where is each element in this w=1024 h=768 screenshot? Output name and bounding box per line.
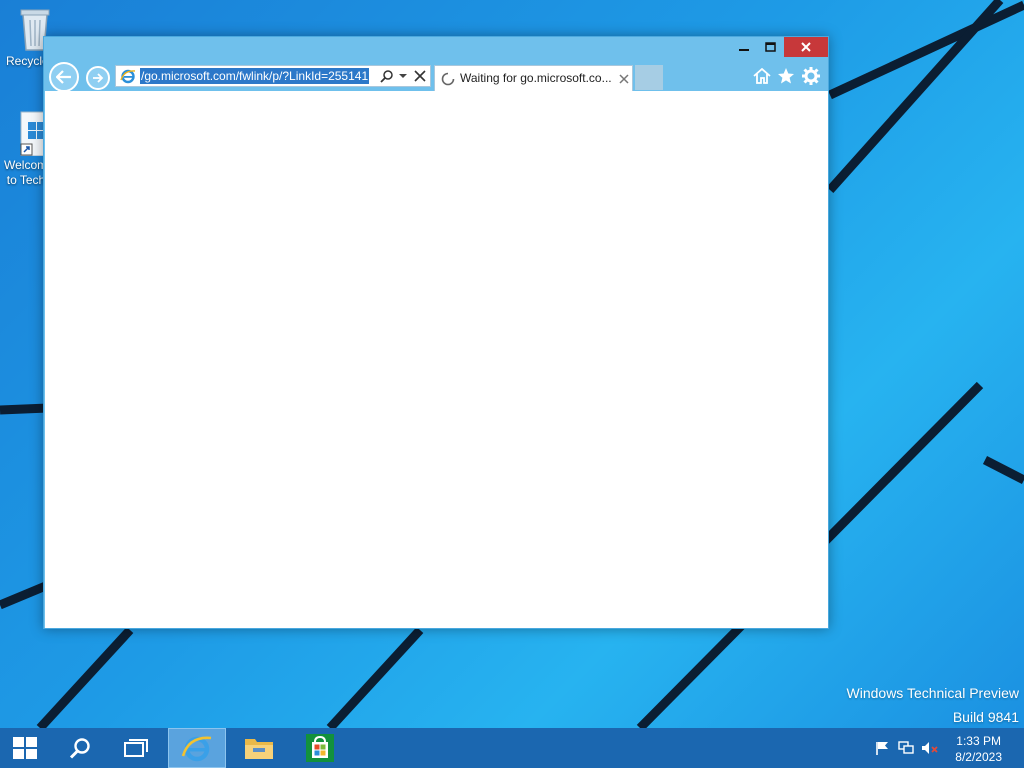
page-content[interactable] xyxy=(45,91,828,628)
close-button[interactable] xyxy=(784,37,828,57)
star-icon xyxy=(778,68,794,84)
new-tab-button[interactable] xyxy=(635,65,663,90)
home-icon xyxy=(753,68,771,84)
network-button[interactable] xyxy=(896,728,916,768)
minimize-icon xyxy=(739,49,749,51)
minimize-button[interactable] xyxy=(731,37,757,57)
volume-muted-icon xyxy=(922,742,938,754)
search-icon[interactable] xyxy=(380,69,394,83)
favorites-button[interactable] xyxy=(775,65,797,87)
search-button[interactable] xyxy=(62,728,98,768)
tab-title: Waiting for go.microsoft.co... xyxy=(460,71,612,85)
gear-icon xyxy=(802,67,820,85)
loading-spinner-icon xyxy=(441,72,455,86)
tab-loading[interactable]: Waiting for go.microsoft.co... xyxy=(434,65,633,91)
tools-button[interactable] xyxy=(800,65,822,87)
chevron-down-icon[interactable] xyxy=(398,73,408,81)
folder-icon xyxy=(245,739,273,759)
watermark-build: Build 9841 xyxy=(952,709,1019,725)
clock-date: 8/2/2023 xyxy=(955,750,1002,764)
task-view-button[interactable] xyxy=(118,728,154,768)
build-watermark: Windows Technical Preview Build 9841 xyxy=(847,685,1019,725)
store-icon xyxy=(306,734,334,762)
ie-window: /go.microsoft.com/fwlink/p/?LinkId=25514… xyxy=(43,36,829,629)
ie-logo-icon xyxy=(120,69,136,84)
desktop-icon-label: Welcome to Tech Preview xyxy=(4,158,48,187)
windows-logo-icon xyxy=(13,737,37,759)
tab-close-icon[interactable] xyxy=(619,74,629,84)
volume-button[interactable] xyxy=(920,728,940,768)
network-icon xyxy=(898,741,914,754)
store-button[interactable] xyxy=(300,728,340,768)
taskbar: 1:33 PM 8/2/2023 xyxy=(0,728,1024,768)
home-button[interactable] xyxy=(751,65,773,87)
start-button[interactable] xyxy=(4,728,46,768)
forward-button[interactable] xyxy=(86,66,110,90)
back-arrow-icon xyxy=(56,70,71,84)
system-clock[interactable]: 1:33 PM 8/2/2023 xyxy=(955,733,1002,765)
address-bar[interactable]: /go.microsoft.com/fwlink/p/?LinkId=25514… xyxy=(115,65,431,87)
clock-time: 1:33 PM xyxy=(956,734,1001,748)
search-icon xyxy=(69,738,90,759)
action-center-button[interactable] xyxy=(872,728,892,768)
task-view-icon xyxy=(124,739,148,757)
file-explorer-button[interactable] xyxy=(238,728,280,768)
maximize-icon xyxy=(764,42,776,52)
close-icon xyxy=(801,42,811,52)
flag-icon xyxy=(876,742,888,755)
address-input[interactable]: /go.microsoft.com/fwlink/p/?LinkId=25514… xyxy=(140,68,370,84)
maximize-button[interactable] xyxy=(757,37,783,57)
forward-arrow-icon xyxy=(93,73,104,83)
watermark-edition: Windows Technical Preview xyxy=(846,685,1019,701)
ie-logo-icon xyxy=(181,736,212,762)
stop-icon[interactable] xyxy=(414,70,426,82)
taskbar-ie-button[interactable] xyxy=(168,728,226,768)
back-button[interactable] xyxy=(49,62,79,92)
